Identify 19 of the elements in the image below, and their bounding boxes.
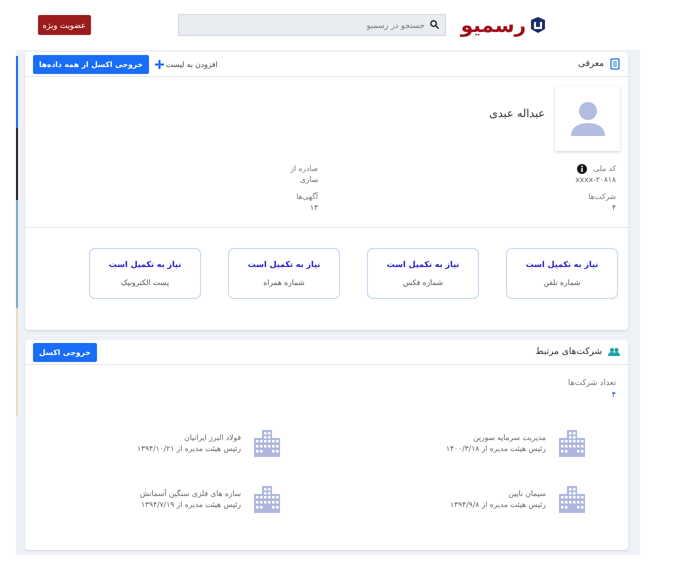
building-icon	[558, 429, 586, 457]
logo-icon	[530, 16, 546, 34]
search-field[interactable]: جستجو در رسمیو	[178, 14, 446, 36]
search-icon	[428, 19, 440, 30]
logo[interactable]: رسمیو	[460, 13, 546, 37]
info-icon[interactable]	[577, 164, 588, 174]
document-icon	[610, 58, 620, 70]
card-title: معرفی	[578, 59, 604, 69]
membership-button[interactable]: عضویت ویژه	[38, 15, 91, 35]
count-value: ۴	[610, 389, 616, 401]
people-icon	[608, 347, 620, 357]
person-name: عبداله عبدی	[489, 107, 545, 120]
count-label: تعداد شرکت‌ها	[566, 377, 616, 389]
building-icon	[253, 485, 281, 513]
plus-icon	[154, 60, 164, 68]
building-icon	[558, 485, 586, 513]
building-icon	[253, 429, 281, 457]
card-title: شرکت‌های مرتبط	[535, 347, 602, 357]
person-icon	[568, 100, 606, 138]
